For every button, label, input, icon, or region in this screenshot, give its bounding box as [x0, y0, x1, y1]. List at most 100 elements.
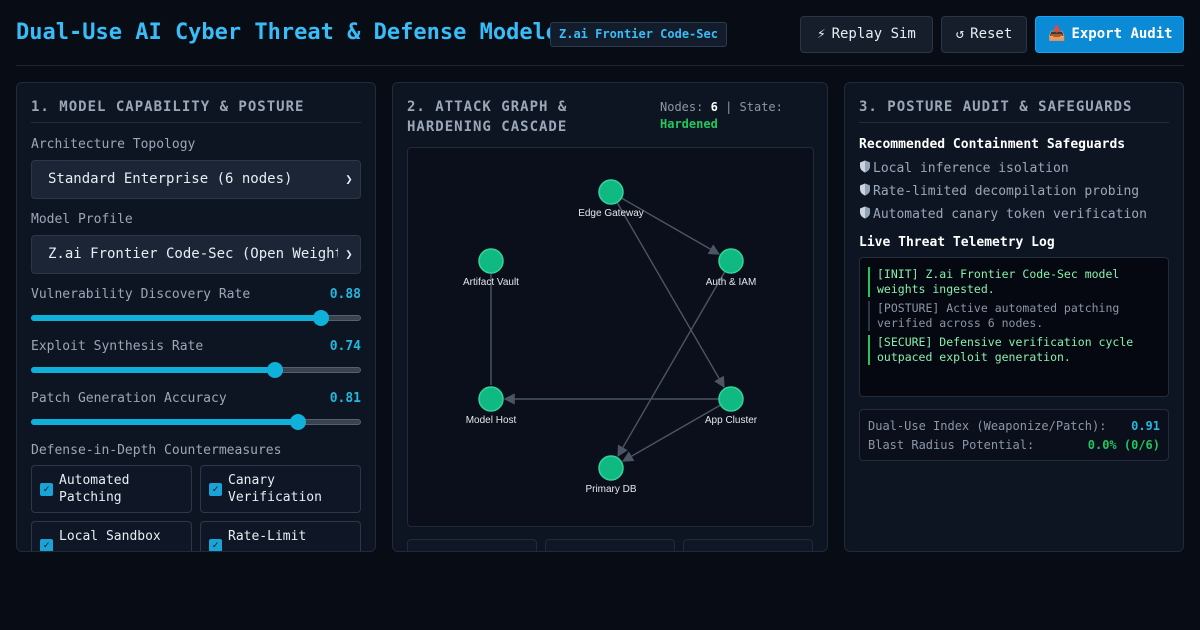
graph-node-circle[interactable]: [718, 248, 744, 274]
posture-metrics: Dual-Use Index (Weaponize/Patch): 0.91 B…: [859, 409, 1169, 461]
dual-use-index-row: Dual-Use Index (Weaponize/Patch): 0.91: [868, 419, 1160, 433]
slider-fill: [31, 367, 276, 373]
metric-card: [545, 539, 675, 551]
metric-label: Dual-Use Index (Weaponize/Patch):: [868, 419, 1107, 433]
reset-label: Reset: [970, 26, 1013, 42]
reset-icon: ↺: [955, 26, 965, 42]
blast-radius-value: 0.0% (0/6): [1087, 438, 1160, 452]
safeguard-item: Rate-limited decompilation probing: [859, 183, 1139, 199]
log-entry: [POSTURE] Active automated patching veri…: [868, 301, 1160, 331]
slider-fill: [31, 315, 322, 321]
safeguard-item: Local inference isolation: [859, 160, 1069, 176]
graph-node-edge[interactable]: Edge Gateway: [578, 179, 644, 219]
telemetry-log[interactable]: [INIT] Z.ai Frontier Code-Sec model weig…: [859, 257, 1169, 397]
graph-node-app[interactable]: App Cluster: [705, 386, 758, 426]
vuln-discovery-slider[interactable]: [31, 310, 361, 326]
vuln-discovery-label: Vulnerability Discovery Rate: [31, 287, 251, 302]
slider-thumb[interactable]: [290, 414, 307, 430]
state-value: Hardened: [660, 117, 718, 131]
local-sandbox-checkbox[interactable]: ✓ Local Sandbox: [31, 521, 192, 551]
replay-sim-label: Replay Sim: [831, 26, 916, 42]
lightning-icon: ⚡: [817, 26, 826, 42]
model-profile-label: Model Profile: [31, 212, 133, 227]
replay-sim-button[interactable]: ⚡ Replay Sim: [800, 16, 933, 53]
exploit-synthesis-slider[interactable]: [31, 362, 361, 378]
rate-limit-checkbox[interactable]: ✓ Rate-Limit: [200, 521, 361, 551]
slider-thumb[interactable]: [313, 310, 330, 326]
graph-status: Nodes: 6 | State: Hardened: [660, 100, 783, 131]
metric-card: [407, 539, 537, 551]
automated-patching-checkbox[interactable]: ✓ Automated Patching: [31, 465, 192, 513]
metric-card: [683, 539, 813, 551]
graph-edge-app-db: [621, 404, 721, 462]
vuln-discovery-value: 0.88: [329, 287, 361, 302]
metric-label: Blast Radius Potential:: [868, 438, 1035, 452]
graph-node-db[interactable]: Primary DB: [585, 455, 637, 495]
checkmark-icon: ✓: [209, 539, 222, 551]
topology-label: Architecture Topology: [31, 137, 196, 152]
export-audit-button[interactable]: 📥 Export Audit: [1035, 16, 1184, 53]
safeguard-text: Local inference isolation: [873, 161, 1069, 176]
topology-value: Standard Enterprise (6 nodes): [48, 171, 293, 187]
graph-node-vault[interactable]: Artifact Vault: [463, 248, 519, 288]
graph-node-circle[interactable]: [598, 179, 624, 205]
panel-title: 3. POSTURE AUDIT & SAFEGUARDS: [859, 99, 1169, 123]
model-badge: Z.ai Frontier Code-Sec: [550, 22, 727, 47]
slider-thumb[interactable]: [267, 362, 284, 378]
nodes-count: 6: [710, 100, 718, 114]
patch-accuracy-value: 0.81: [329, 391, 361, 406]
safeguard-text: Rate-limited decompilation probing: [873, 184, 1140, 199]
attack-graph-panel: 2. ATTACK GRAPH & HARDENING CASCADE Node…: [392, 82, 828, 552]
graph-node-label: Model Host: [466, 415, 517, 426]
checkmark-icon: ✓: [40, 483, 53, 496]
attack-graph: Edge Gateway Auth & IAM App Cluster Primary…: [407, 147, 814, 527]
graph-edge-auth-db: [617, 271, 726, 458]
canary-verification-checkbox[interactable]: ✓ Canary Verification: [200, 465, 361, 513]
checkbox-label: Rate-Limit: [228, 529, 307, 544]
panel-title: 2. ATTACK GRAPH & HARDENING CASCADE: [407, 99, 568, 135]
inbox-tray-icon: 📥: [1048, 26, 1066, 42]
topology-select[interactable]: Standard Enterprise (6 nodes) ❯: [31, 160, 361, 199]
attack-graph-svg: Edge Gateway Auth & IAM App Cluster Primary…: [463, 179, 758, 495]
page-title: Dual-Use AI Cyber Threat & Defense Model…: [16, 20, 573, 45]
patch-accuracy-slider[interactable]: [31, 414, 361, 430]
blast-radius-row: Blast Radius Potential: 0.0% (0/6): [868, 438, 1160, 452]
reset-button[interactable]: ↺ Reset: [941, 16, 1027, 53]
state-label: State:: [739, 100, 783, 114]
shield-icon: [860, 206, 870, 219]
dual-use-index-value: 0.91: [1131, 419, 1160, 433]
panel-title: 1. MODEL CAPABILITY & POSTURE: [31, 99, 361, 123]
safeguard-item: Automated canary token verification: [859, 206, 1147, 222]
checkmark-icon: ✓: [209, 483, 222, 496]
graph-edge-edge-auth: [621, 197, 721, 255]
graph-node-circle[interactable]: [478, 386, 504, 412]
slider-fill: [31, 419, 299, 425]
graph-node-auth[interactable]: Auth & IAM: [706, 248, 757, 288]
export-audit-label: Export Audit: [1071, 26, 1173, 42]
graph-node-circle[interactable]: [718, 386, 744, 412]
graph-edge-edge-app: [616, 202, 725, 389]
checkbox-label: Automated Patching: [59, 473, 130, 505]
graph-node-label: Auth & IAM: [706, 277, 757, 288]
checkmark-icon: ✓: [40, 539, 53, 551]
exploit-synthesis-label: Exploit Synthesis Rate: [31, 339, 204, 354]
checkbox-label: Local Sandbox: [59, 529, 161, 544]
shield-icon: [860, 160, 870, 173]
safeguards-title: Recommended Containment Safeguards: [859, 137, 1126, 152]
graph-node-circle[interactable]: [598, 455, 624, 481]
nodes-label: Nodes:: [660, 100, 704, 114]
model-profile-select[interactable]: Z.ai Frontier Code-Sec (Open Weights) ❯: [31, 235, 361, 274]
graph-node-circle[interactable]: [478, 248, 504, 274]
safeguard-text: Automated canary token verification: [873, 207, 1147, 222]
graph-node-label: Artifact Vault: [463, 277, 519, 288]
log-entry: [SECURE] Defensive verification cycle ou…: [868, 335, 1160, 365]
posture-audit-panel: 3. POSTURE AUDIT & SAFEGUARDS Recommende…: [844, 82, 1184, 552]
graph-node-host[interactable]: Model Host: [466, 386, 517, 426]
countermeasures-label: Defense-in-Depth Countermeasures: [31, 443, 282, 458]
graph-node-label: App Cluster: [705, 415, 758, 426]
patch-accuracy-label: Patch Generation Accuracy: [31, 391, 227, 406]
checkbox-label: Canary Verification: [228, 473, 322, 505]
capability-posture-panel: 1. MODEL CAPABILITY & POSTURE Architectu…: [16, 82, 376, 552]
exploit-synthesis-value: 0.74: [329, 339, 361, 354]
telemetry-log-title: Live Threat Telemetry Log: [859, 235, 1055, 250]
